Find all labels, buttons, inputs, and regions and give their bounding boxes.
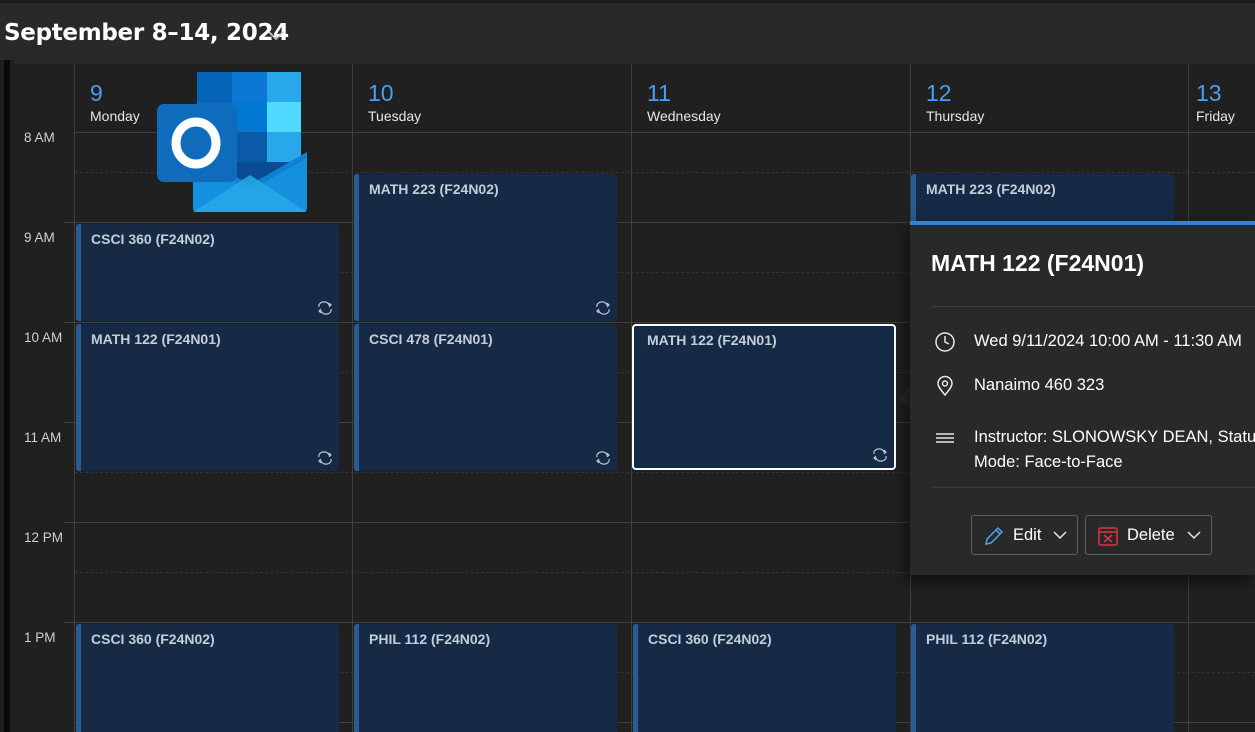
day-separator [352, 64, 353, 732]
recurring-icon [596, 451, 610, 465]
day-name: Friday [1196, 108, 1235, 124]
time-label: 1 PM [24, 630, 56, 645]
notes-icon [936, 433, 954, 443]
event-title: PHIL 112 (F24N02) [926, 631, 1048, 647]
event-title: CSCI 360 (F24N02) [91, 231, 215, 247]
divider [931, 306, 1255, 307]
day-number: 12 [926, 80, 952, 106]
calendar-event[interactable]: MATH 223 (F24N02) [354, 174, 617, 321]
event-title: MATH 122 (F24N01) [647, 332, 777, 348]
time-label: 8 AM [24, 130, 55, 145]
edit-label: Edit [1013, 526, 1042, 544]
day-number: 10 [368, 80, 394, 106]
calendar-event[interactable]: CSCI 360 (F24N02) [76, 624, 339, 732]
calendar-event-selected[interactable]: MATH 122 (F24N01) [632, 324, 896, 470]
calendar-event[interactable]: PHIL 112 (F24N02) [911, 624, 1174, 732]
calendar-event[interactable]: MATH 122 (F24N01) [76, 324, 339, 471]
calendar-event[interactable]: CSCI 360 (F24N02) [76, 224, 339, 321]
event-notes-line: Instructor: SLONOWSKY DEAN, Status: [974, 428, 1255, 446]
day-header-wednesday[interactable]: 11 Wednesday [632, 64, 910, 132]
event-title: CSCI 360 (F24N02) [648, 631, 772, 647]
day-name: Wednesday [647, 108, 721, 124]
event-details-popup: MATH 122 (F24N01) Wed 9/11/2024 10:00 AM… [910, 221, 1255, 575]
edit-button[interactable]: Edit [971, 515, 1078, 555]
divider [931, 487, 1255, 488]
event-title: MATH 223 (F24N02) [926, 181, 1056, 197]
day-name: Tuesday [368, 108, 422, 124]
event-title: MATH 223 (F24N02) [369, 181, 499, 197]
recurring-icon [873, 448, 887, 462]
recurring-icon [318, 301, 332, 315]
calendar-delete-icon [1098, 527, 1118, 546]
grid-line [75, 622, 1255, 623]
chevron-down-icon [1187, 531, 1201, 540]
time-label: 10 AM [24, 330, 63, 345]
time-label: 12 PM [24, 530, 64, 545]
delete-button[interactable]: Delete [1085, 515, 1212, 555]
time-column: 8 AM 9 AM 10 AM 11 AM 12 PM 1 PM [14, 64, 75, 732]
event-location: Nanaimo 460 323 [974, 376, 1105, 394]
event-title: PHIL 112 (F24N02) [369, 631, 491, 647]
day-number: 13 [1196, 80, 1222, 106]
popup-title: MATH 122 (F24N01) [931, 250, 1145, 276]
day-number: 9 [90, 80, 103, 106]
day-number: 11 [647, 80, 671, 106]
calendar-event[interactable]: PHIL 112 (F24N02) [354, 624, 617, 732]
calendar-event[interactable]: CSCI 478 (F24N01) [354, 324, 617, 471]
left-pane-edge [0, 60, 14, 732]
event-title: CSCI 360 (F24N02) [91, 631, 215, 647]
popup-caret [898, 386, 910, 410]
event-notes-line: Mode: Face-to-Face [974, 453, 1123, 471]
location-icon [937, 375, 953, 397]
day-name: Monday [90, 108, 140, 124]
recurring-icon [596, 301, 610, 315]
clock-icon [935, 332, 955, 352]
event-datetime: Wed 9/11/2024 10:00 AM - 11:30 AM [974, 332, 1242, 350]
calendar-header: September 8–14, 2024 [0, 0, 1255, 64]
outlook-logo [157, 72, 307, 212]
time-label: 9 AM [24, 230, 55, 245]
time-label: 11 AM [24, 430, 62, 445]
day-name: Thursday [926, 108, 985, 124]
day-separator [74, 64, 75, 732]
day-header-thursday[interactable]: 12 Thursday [911, 64, 1188, 132]
calendar-event[interactable]: CSCI 360 (F24N02) [633, 624, 896, 732]
pencil-icon [985, 526, 1004, 545]
day-header-friday[interactable]: 13 Friday [1189, 64, 1255, 132]
delete-label: Delete [1127, 526, 1175, 544]
day-header-tuesday[interactable]: 10 Tuesday [353, 64, 631, 132]
date-range-title[interactable]: September 8–14, 2024 [4, 20, 289, 46]
recurring-icon [318, 451, 332, 465]
chevron-down-icon[interactable] [266, 29, 286, 43]
chevron-down-icon [1053, 531, 1067, 540]
event-title: CSCI 478 (F24N01) [369, 331, 493, 347]
event-title: MATH 122 (F24N01) [91, 331, 221, 347]
